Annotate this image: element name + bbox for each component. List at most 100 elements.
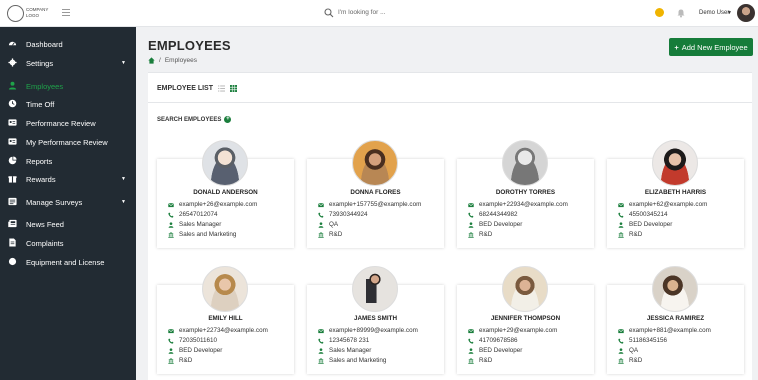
sidebar-item-label: Manage Surveys [26, 198, 83, 207]
list-view-icon[interactable] [218, 85, 225, 92]
employee-role: BED Developer [479, 347, 523, 354]
employee-email[interactable]: example+29@example.com [479, 327, 557, 334]
employee-department-row: R&D [318, 230, 342, 239]
employee-name[interactable]: JAMES SMITH [307, 315, 444, 322]
sidebar-item-complaints[interactable]: Complaints [0, 236, 136, 252]
employee-card[interactable]: EMILY HILL example+22734@example.com 72035… [157, 266, 294, 374]
employee-email[interactable]: example+157755@example.com [329, 201, 421, 208]
employee-card[interactable]: JESSICA RAMIREZ example+881@example.com 51… [607, 266, 744, 374]
building-icon [468, 231, 474, 238]
chevron-down-icon[interactable]: ▼ [727, 10, 732, 16]
employee-role: Sales Manager [329, 347, 372, 354]
employee-email[interactable]: example+26@example.com [179, 201, 257, 208]
employee-phone: 73930344924 [329, 211, 368, 218]
search-input[interactable]: I'm looking for ... [338, 9, 385, 16]
employee-name[interactable]: DONNA FLORES [307, 189, 444, 196]
phone-icon [468, 337, 474, 344]
employee-phone-row: 68244344982 [468, 210, 518, 219]
sidebar-item-label: Dashboard [26, 40, 63, 49]
sidebar: Dashboard Settings ▼ Employees Time Off … [0, 27, 136, 380]
sidebar-item-performance-review[interactable]: Performance Review [0, 116, 136, 132]
employee-photo[interactable] [652, 266, 698, 312]
employee-card[interactable]: DONALD ANDERSON example+26@example.com 265… [157, 140, 294, 248]
sidebar-item-settings[interactable]: Settings ▼ [0, 56, 136, 72]
employee-card[interactable]: ELIZABETH HARRIS example+62@example.com 45… [607, 140, 744, 248]
sidebar-item-time-off[interactable]: Time Off [0, 97, 136, 113]
employee-email[interactable]: example+22734@example.com [179, 327, 268, 334]
employee-name[interactable]: DONALD ANDERSON [157, 189, 294, 196]
employee-email-row: example+881@example.com [618, 326, 711, 335]
panel-header: EMPLOYEE LIST [148, 73, 752, 103]
sidebar-item-news-feed[interactable]: News Feed [0, 217, 136, 233]
sidebar-item-label: Performance Review [26, 119, 96, 128]
employee-name[interactable]: EMILY HILL [157, 315, 294, 322]
sidebar-item-employees[interactable]: Employees [0, 79, 136, 95]
sidebar-item-reports[interactable]: Reports [0, 154, 136, 170]
employee-card[interactable]: JAMES SMITH example+89999@example.com 1234… [307, 266, 444, 374]
employee-department-row: Sales and Marketing [168, 230, 236, 239]
envelope-icon [618, 328, 624, 333]
home-icon[interactable] [148, 57, 155, 64]
user-role-icon [618, 347, 624, 354]
employee-photo[interactable] [352, 140, 398, 186]
chevron-down-icon: ▼ [121, 176, 126, 182]
add-new-employee-button[interactable]: + Add New Employee [669, 38, 753, 56]
employee-photo[interactable] [652, 140, 698, 186]
employee-department-row: R&D [468, 356, 492, 365]
sidebar-item-label: Equipment and License [26, 258, 105, 267]
employee-photo[interactable] [202, 140, 248, 186]
user-menu[interactable]: Demo User [699, 10, 729, 16]
employee-role-row: BED Developer [468, 346, 522, 355]
survey-icon [8, 197, 17, 206]
page-title: EMPLOYEES [148, 38, 231, 53]
company-logo-text: COMPANY LOGO [26, 7, 49, 18]
search-employees-toggle[interactable]: SEARCH EMPLOYEES + [157, 116, 232, 123]
sidebar-item-my-performance-review[interactable]: My Performance Review [0, 135, 136, 151]
employee-email[interactable]: example+89999@example.com [329, 327, 418, 334]
top-bar: COMPANY LOGO I'm looking for ... Demo Us… [0, 0, 758, 27]
hamburger-menu-icon[interactable] [62, 9, 70, 17]
sidebar-item-label: Time Off [26, 100, 55, 109]
employee-photo[interactable] [202, 266, 248, 312]
employee-name[interactable]: DOROTHY TORRES [457, 189, 594, 196]
employee-email[interactable]: example+62@example.com [629, 201, 707, 208]
warning-icon[interactable] [655, 8, 664, 17]
employee-email-row: example+157755@example.com [318, 200, 421, 209]
document-icon [9, 238, 16, 247]
employee-name[interactable]: ELIZABETH HARRIS [607, 189, 744, 196]
chevron-down-icon: ▼ [121, 60, 126, 66]
employee-role: BED Developer [479, 221, 523, 228]
employee-email[interactable]: example+881@example.com [629, 327, 711, 334]
employee-name[interactable]: JESSICA RAMIREZ [607, 315, 744, 322]
phone-icon [168, 211, 174, 218]
employee-name[interactable]: JENNIFER THOMPSON [457, 315, 594, 322]
employee-email[interactable]: example+22934@example.com [479, 201, 568, 208]
building-icon [168, 231, 174, 238]
envelope-icon [468, 328, 474, 333]
user-role-icon [468, 221, 474, 228]
sidebar-item-dashboard[interactable]: Dashboard [0, 37, 136, 53]
grid-view-icon[interactable] [230, 85, 237, 92]
employee-phone-row: 45500345214 [618, 210, 668, 219]
employee-card[interactable]: DOROTHY TORRES example+22934@example.com 6… [457, 140, 594, 248]
user-role-icon [168, 221, 174, 228]
employee-list-title: EMPLOYEE LIST [157, 85, 214, 92]
employee-phone: 68244344982 [479, 211, 518, 218]
user-avatar[interactable] [737, 4, 755, 22]
building-icon [618, 357, 624, 364]
employee-phone-row: 12345678 231 [318, 336, 369, 345]
sidebar-item-rewards[interactable]: Rewards ▼ [0, 172, 136, 188]
employee-photo[interactable] [502, 140, 548, 186]
sidebar-item-manage-surveys[interactable]: Manage Surveys ▼ [0, 195, 136, 211]
employee-photo[interactable] [502, 266, 548, 312]
envelope-icon [468, 202, 474, 207]
company-logo[interactable] [7, 5, 24, 22]
employee-photo[interactable] [352, 266, 398, 312]
user-role-icon [168, 347, 174, 354]
person-icon [8, 81, 17, 90]
employee-card[interactable]: JENNIFER THOMPSON example+29@example.com 4… [457, 266, 594, 374]
employee-card[interactable]: DONNA FLORES example+157755@example.com 73… [307, 140, 444, 248]
bell-icon[interactable] [676, 8, 686, 18]
sidebar-item-equipment-and-license[interactable]: Equipment and License [0, 255, 136, 271]
search-icon[interactable] [324, 8, 334, 18]
